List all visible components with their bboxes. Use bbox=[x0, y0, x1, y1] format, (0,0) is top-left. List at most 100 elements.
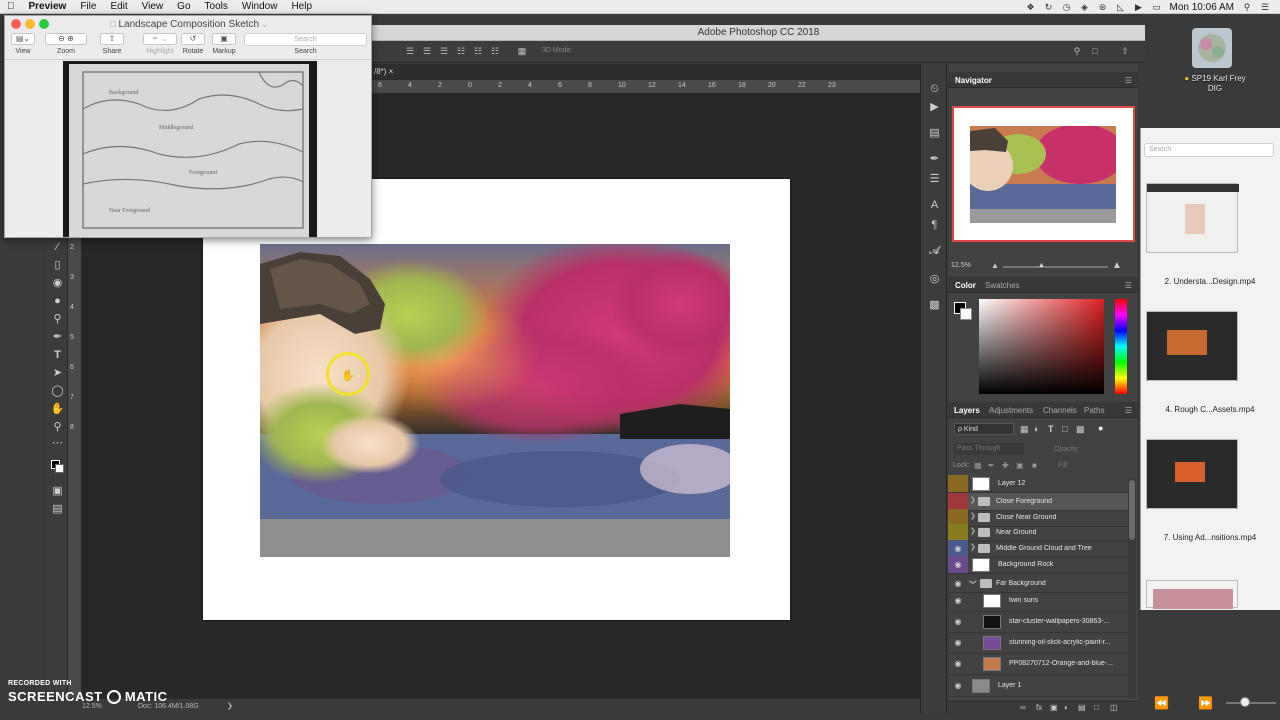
search-icon[interactable]: ⚲ bbox=[1072, 46, 1082, 56]
distribute-middle-icon[interactable]: ☷ bbox=[473, 46, 483, 56]
tab-layers[interactable]: Layers bbox=[954, 406, 980, 415]
rewind-icon[interactable]: ⏪ bbox=[1154, 696, 1169, 710]
navigator-zoom-value[interactable]: 12.5% bbox=[951, 262, 971, 269]
expand-arrow-icon[interactable]: ❯ bbox=[970, 496, 976, 504]
zoom-in-icon[interactable]: ▲ bbox=[1112, 260, 1122, 271]
brush-tool-icon[interactable]: ∕ bbox=[50, 240, 65, 255]
lock-all-icon[interactable]: ■ bbox=[1032, 461, 1037, 470]
properties-icon[interactable]: ▩ bbox=[927, 298, 942, 312]
path-selection-tool-icon[interactable]: ➤ bbox=[50, 366, 65, 381]
layer-row[interactable]: ◉ stunning-oil-slick-acrylic-paint-r... bbox=[948, 634, 1128, 654]
filter-shape-icon[interactable]: □ bbox=[1062, 424, 1067, 434]
desktop-folder-icon[interactable] bbox=[1190, 26, 1234, 70]
glyphs-icon[interactable]: 𝓐 bbox=[927, 244, 942, 258]
share-icon[interactable]: ⇧ bbox=[1120, 46, 1130, 56]
lock-artboard-icon[interactable]: ▣ bbox=[1016, 461, 1024, 470]
distribute-bottom-icon[interactable]: ☷ bbox=[490, 46, 500, 56]
navigator-thumbnail[interactable] bbox=[970, 126, 1116, 223]
actions-play-icon[interactable]: ▶ bbox=[927, 100, 942, 114]
video-filename[interactable]: 2. Understa...Design.mp4 bbox=[1140, 277, 1280, 286]
link-layers-icon[interactable]: ∞ bbox=[1020, 703, 1026, 712]
layer-name[interactable]: Background Rock bbox=[998, 561, 1053, 568]
hand-tool-icon[interactable]: ✋ bbox=[50, 402, 65, 417]
adjustment-layer-icon[interactable]: ◐ bbox=[1064, 703, 1069, 712]
expand-arrow-icon[interactable]: ❯ bbox=[970, 512, 976, 520]
layer-row[interactable]: ◉ PP08270712-Orange-and-blue-... bbox=[948, 655, 1128, 675]
landscape-artwork[interactable] bbox=[260, 244, 730, 557]
paint-bucket-tool-icon[interactable]: ◉ bbox=[50, 276, 65, 291]
layer-name[interactable]: Close Foreground bbox=[996, 498, 1052, 505]
spotlight-icon[interactable]: ⚲ bbox=[1242, 2, 1252, 12]
layer-row[interactable]: ◉ ❯ Far Background bbox=[948, 575, 1128, 593]
tab-navigator[interactable]: Navigator bbox=[955, 76, 992, 85]
zoom-slider-handle[interactable]: ▲ bbox=[1038, 262, 1045, 269]
video-filename[interactable]: 7. Using Ad...nsitions.mp4 bbox=[1140, 533, 1280, 542]
video-filename[interactable]: 4. Rough C...Assets.mp4 bbox=[1140, 405, 1280, 414]
lock-position-icon[interactable]: ✚ bbox=[1002, 461, 1009, 470]
add-mask-icon[interactable]: ▣ bbox=[1050, 703, 1058, 712]
layer-name[interactable]: star-cluster-wallpapers-30863-... bbox=[1009, 618, 1109, 625]
color-picker-field[interactable] bbox=[979, 299, 1104, 394]
tab-channels[interactable]: Channels bbox=[1043, 406, 1077, 415]
filter-type-icon[interactable]: T bbox=[1048, 424, 1054, 434]
menu-go[interactable]: Go bbox=[170, 0, 197, 14]
blend-mode-select[interactable]: Pass Through bbox=[954, 443, 1024, 455]
security-icon[interactable]: ◈ bbox=[1080, 2, 1090, 12]
ellipse-tool-icon[interactable]: ◯ bbox=[50, 384, 65, 399]
more-tools-icon[interactable]: ⋯ bbox=[50, 436, 65, 451]
blur-tool-icon[interactable]: ● bbox=[50, 294, 65, 309]
layer-name[interactable]: Layer 1 bbox=[998, 682, 1021, 689]
layer-row[interactable]: Layer 12 bbox=[948, 475, 1128, 493]
bluetooth-icon[interactable]: ⊛ bbox=[1098, 2, 1108, 12]
apple-menu-icon[interactable]:  bbox=[0, 0, 22, 14]
video-thumbnail[interactable] bbox=[1146, 580, 1238, 609]
layers-scrollbar-thumb[interactable] bbox=[1129, 480, 1135, 540]
layer-color-tag[interactable] bbox=[948, 475, 968, 492]
visibility-eye-icon[interactable]: ◉ bbox=[953, 638, 963, 648]
visibility-eye-icon[interactable]: ◉ bbox=[953, 560, 963, 570]
tab-paths[interactable]: Paths bbox=[1084, 406, 1104, 415]
align-center-icon[interactable]: ☰ bbox=[422, 46, 432, 56]
panel-menu-icon[interactable]: ☰ bbox=[1125, 76, 1132, 85]
video-thumbnail[interactable] bbox=[1146, 311, 1238, 381]
layer-name[interactable]: Far Background bbox=[996, 580, 1046, 587]
title-chevron-icon[interactable]: ⌄ bbox=[262, 22, 268, 29]
visibility-eye-icon[interactable]: ◉ bbox=[953, 579, 963, 589]
zoom-buttons[interactable]: ⊖ ⊕ bbox=[45, 33, 87, 45]
layer-name[interactable]: Near Ground bbox=[996, 529, 1036, 536]
menu-edit[interactable]: Edit bbox=[103, 0, 134, 14]
lock-pixels-icon[interactable]: ✒ bbox=[988, 461, 995, 470]
markup-button[interactable]: ▣ bbox=[212, 33, 236, 45]
filter-pixel-icon[interactable]: ▦ bbox=[1020, 424, 1029, 435]
quick-mask-icon[interactable]: ▣ bbox=[50, 484, 65, 499]
view-button[interactable]: ▤⌄ bbox=[11, 33, 35, 45]
visibility-eye-icon[interactable]: ◉ bbox=[953, 617, 963, 627]
dropbox-icon[interactable]: ❖ bbox=[1026, 2, 1036, 12]
tab-color[interactable]: Color bbox=[955, 281, 976, 290]
filter-toggle-icon[interactable]: ● bbox=[1098, 423, 1103, 433]
expand-arrow-icon[interactable]: ❯ bbox=[970, 543, 976, 551]
document-tab[interactable]: /8*) × bbox=[374, 67, 393, 76]
distribute-top-icon[interactable]: ☷ bbox=[456, 46, 466, 56]
screen-mode-icon[interactable]: ▤ bbox=[50, 502, 65, 517]
zoom-window-button[interactable] bbox=[39, 19, 49, 29]
layer-row[interactable]: ◉ twin suns bbox=[948, 592, 1128, 612]
tab-adjustments[interactable]: Adjustments bbox=[989, 406, 1033, 415]
menubar-clock[interactable]: Mon 10:06 AM bbox=[1170, 2, 1234, 13]
panel-menu-icon[interactable]: ☰ bbox=[1125, 281, 1132, 290]
desktop-icon-label[interactable]: ● SP19 Karl Frey DIG bbox=[1170, 74, 1260, 94]
battery-icon[interactable]: ▭ bbox=[1152, 2, 1162, 12]
collapse-arrow-icon[interactable]: ❯ bbox=[969, 579, 977, 585]
tab-swatches[interactable]: Swatches bbox=[985, 281, 1020, 290]
align-right-icon[interactable]: ☰ bbox=[439, 46, 449, 56]
layer-name[interactable]: Layer 12 bbox=[998, 480, 1025, 487]
highlight-button[interactable]: ✒ ⌄ bbox=[143, 33, 177, 45]
lock-transparent-icon[interactable]: ▦ bbox=[974, 461, 982, 470]
layer-name[interactable]: Close Near Ground bbox=[996, 514, 1056, 521]
play-icon[interactable]: ▶ bbox=[1178, 696, 1187, 710]
preview-search-input[interactable]: Search bbox=[244, 33, 367, 46]
hue-slider[interactable] bbox=[1115, 299, 1127, 394]
filter-smart-object-icon[interactable]: ▩ bbox=[1076, 424, 1085, 435]
align-left-icon[interactable]: ☰ bbox=[405, 46, 415, 56]
paragraph-icon[interactable]: ¶ bbox=[927, 218, 942, 232]
